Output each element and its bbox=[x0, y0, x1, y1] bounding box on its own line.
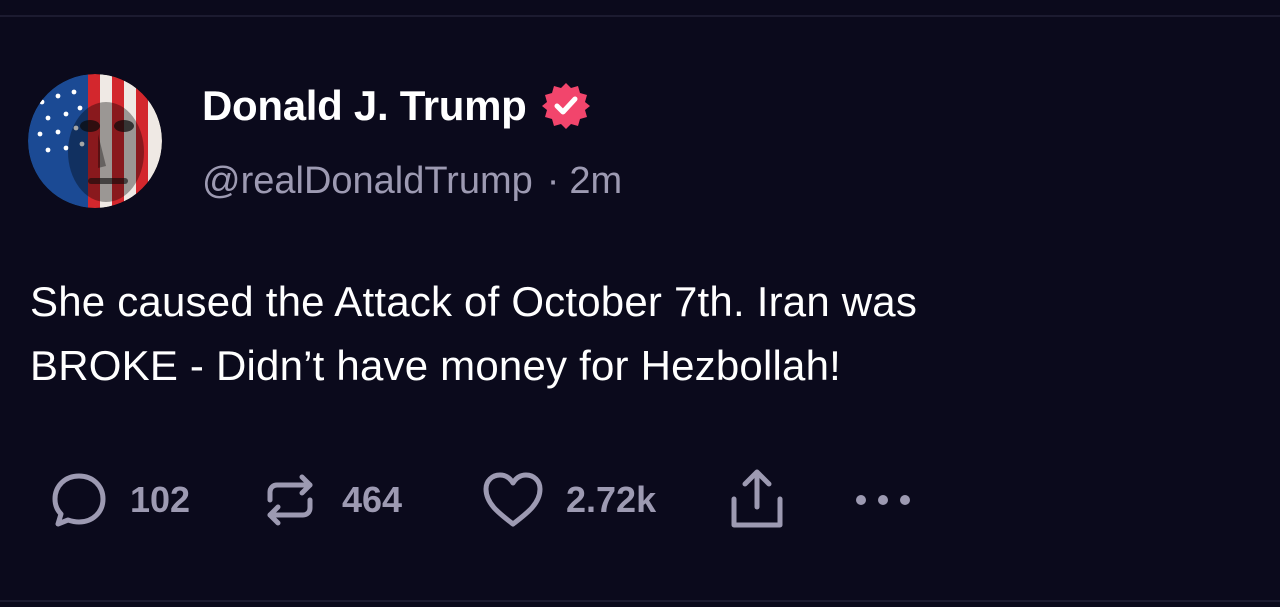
avatar-image bbox=[28, 74, 162, 208]
avatar[interactable] bbox=[28, 74, 162, 208]
verified-badge-icon bbox=[541, 81, 591, 131]
share-button[interactable] bbox=[728, 467, 852, 533]
post-text-line-1: She caused the Attack of October 7th. Ir… bbox=[30, 278, 918, 325]
meta-separator: · bbox=[546, 159, 560, 202]
share-icon bbox=[728, 467, 786, 533]
author-display-name[interactable]: Donald J. Trump bbox=[202, 82, 527, 130]
heart-icon bbox=[480, 469, 546, 531]
post-timestamp[interactable]: 2m bbox=[569, 160, 622, 203]
author-name-row: Donald J. Trump bbox=[202, 78, 591, 134]
repost-button[interactable]: 464 bbox=[258, 468, 480, 532]
post-body: She caused the Attack of October 7th. Ir… bbox=[30, 270, 1210, 398]
more-dots-icon bbox=[852, 490, 914, 510]
post-card: Donald J. Trump @realDonaldTrump · 2m Sh… bbox=[0, 0, 1280, 607]
speech-bubble-icon bbox=[48, 469, 110, 531]
author-handle[interactable]: @realDonaldTrump bbox=[202, 160, 533, 203]
repost-count: 464 bbox=[342, 479, 403, 520]
bottom-divider bbox=[0, 600, 1280, 602]
post-text-line-2: BROKE - Didn’t have money for Hezbollah! bbox=[30, 342, 842, 389]
author-meta-row: @realDonaldTrump · 2m bbox=[202, 154, 622, 208]
repost-arrows-icon bbox=[258, 468, 322, 532]
reply-count: 102 bbox=[130, 479, 191, 520]
like-button[interactable]: 2.72k bbox=[480, 469, 728, 531]
post-actions-bar: 102 464 2.72k bbox=[48, 465, 922, 535]
like-count: 2.72k bbox=[566, 479, 657, 520]
more-options-button[interactable] bbox=[852, 490, 922, 510]
reply-button[interactable]: 102 bbox=[48, 469, 258, 531]
